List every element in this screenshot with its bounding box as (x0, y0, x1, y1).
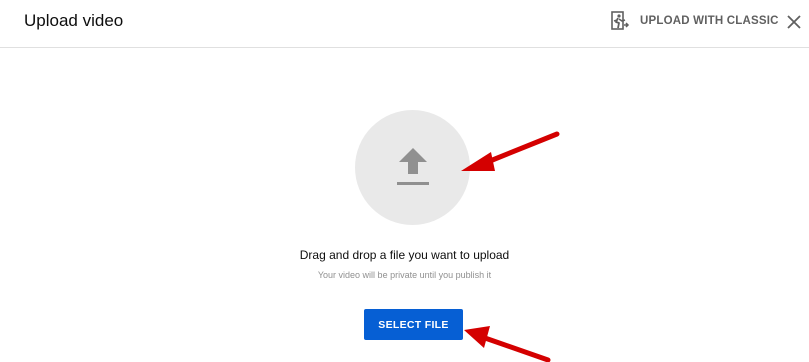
dialog-header: Upload video UPLOAD WITH CLASSIC (0, 0, 809, 48)
annotation-arrow-upload (461, 131, 560, 171)
dialog-title: Upload video (24, 11, 124, 30)
upload-dropzone[interactable] (355, 110, 470, 225)
upload-arrow-icon (395, 146, 431, 193)
drag-drop-text: Drag and drop a file you want to upload (299, 248, 510, 262)
annotation-arrow-select (464, 326, 551, 362)
privacy-note: Your video will be private until you pub… (317, 270, 492, 280)
close-button[interactable] (784, 12, 804, 32)
upload-dialog: Upload video UPLOAD WITH CLASSIC Drag an… (0, 0, 809, 362)
exit-classic-icon (610, 11, 630, 31)
select-file-button[interactable]: SELECT FILE (364, 309, 463, 340)
upload-with-classic-button[interactable]: UPLOAD WITH CLASSIC (610, 8, 779, 34)
upload-with-classic-label: UPLOAD WITH CLASSIC (640, 15, 779, 27)
close-icon (787, 15, 801, 29)
